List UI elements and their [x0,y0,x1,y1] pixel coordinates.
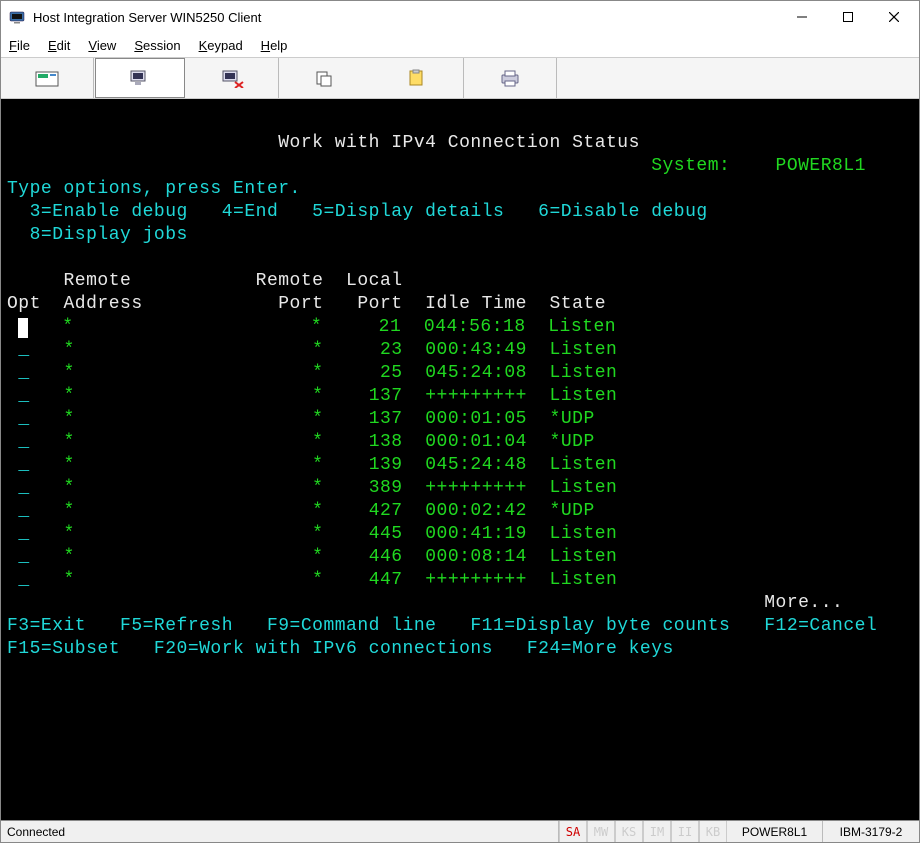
toolbar [1,57,919,99]
menu-keypad[interactable]: Keypad [199,38,243,53]
status-indicator-im: IM [643,821,671,842]
close-button[interactable] [871,2,917,32]
status-system: POWER8L1 [727,821,823,842]
status-indicator-kb: KB [699,821,727,842]
toolbar-button-6[interactable] [465,58,555,98]
menu-session[interactable]: Session [134,38,180,53]
menu-edit[interactable]: Edit [48,38,70,53]
status-indicator-ks: KS [615,821,643,842]
app-icon [9,9,25,25]
status-indicator-mw: MW [587,821,615,842]
status-connection: Connected [1,821,559,842]
toolbar-button-2[interactable] [95,58,185,98]
menu-help[interactable]: Help [261,38,288,53]
toolbar-button-1[interactable] [2,58,92,98]
status-indicator-ii: II [671,821,699,842]
terminal-area[interactable]: Work with IPv4 Connection Status System:… [1,99,919,820]
status-device: IBM-3179-2 [823,821,919,842]
app-window: Host Integration Server WIN5250 Client F… [0,0,920,843]
titlebar: Host Integration Server WIN5250 Client [1,1,919,33]
window-controls [779,2,917,32]
minimize-button[interactable] [779,2,825,32]
terminal-screen: Work with IPv4 Connection Status System:… [7,109,911,684]
window-title: Host Integration Server WIN5250 Client [33,10,779,25]
statusbar: Connected SAMWKSIMIIKB POWER8L1 IBM-3179… [1,820,919,842]
toolbar-button-5[interactable] [372,58,462,98]
menu-file[interactable]: File [9,38,30,53]
toolbar-button-4[interactable] [280,58,370,98]
toolbar-button-3[interactable] [187,58,277,98]
maximize-button[interactable] [825,2,871,32]
menu-view[interactable]: View [88,38,116,53]
status-indicator-sa: SA [559,821,587,842]
menubar: File Edit View Session Keypad Help [1,33,919,57]
